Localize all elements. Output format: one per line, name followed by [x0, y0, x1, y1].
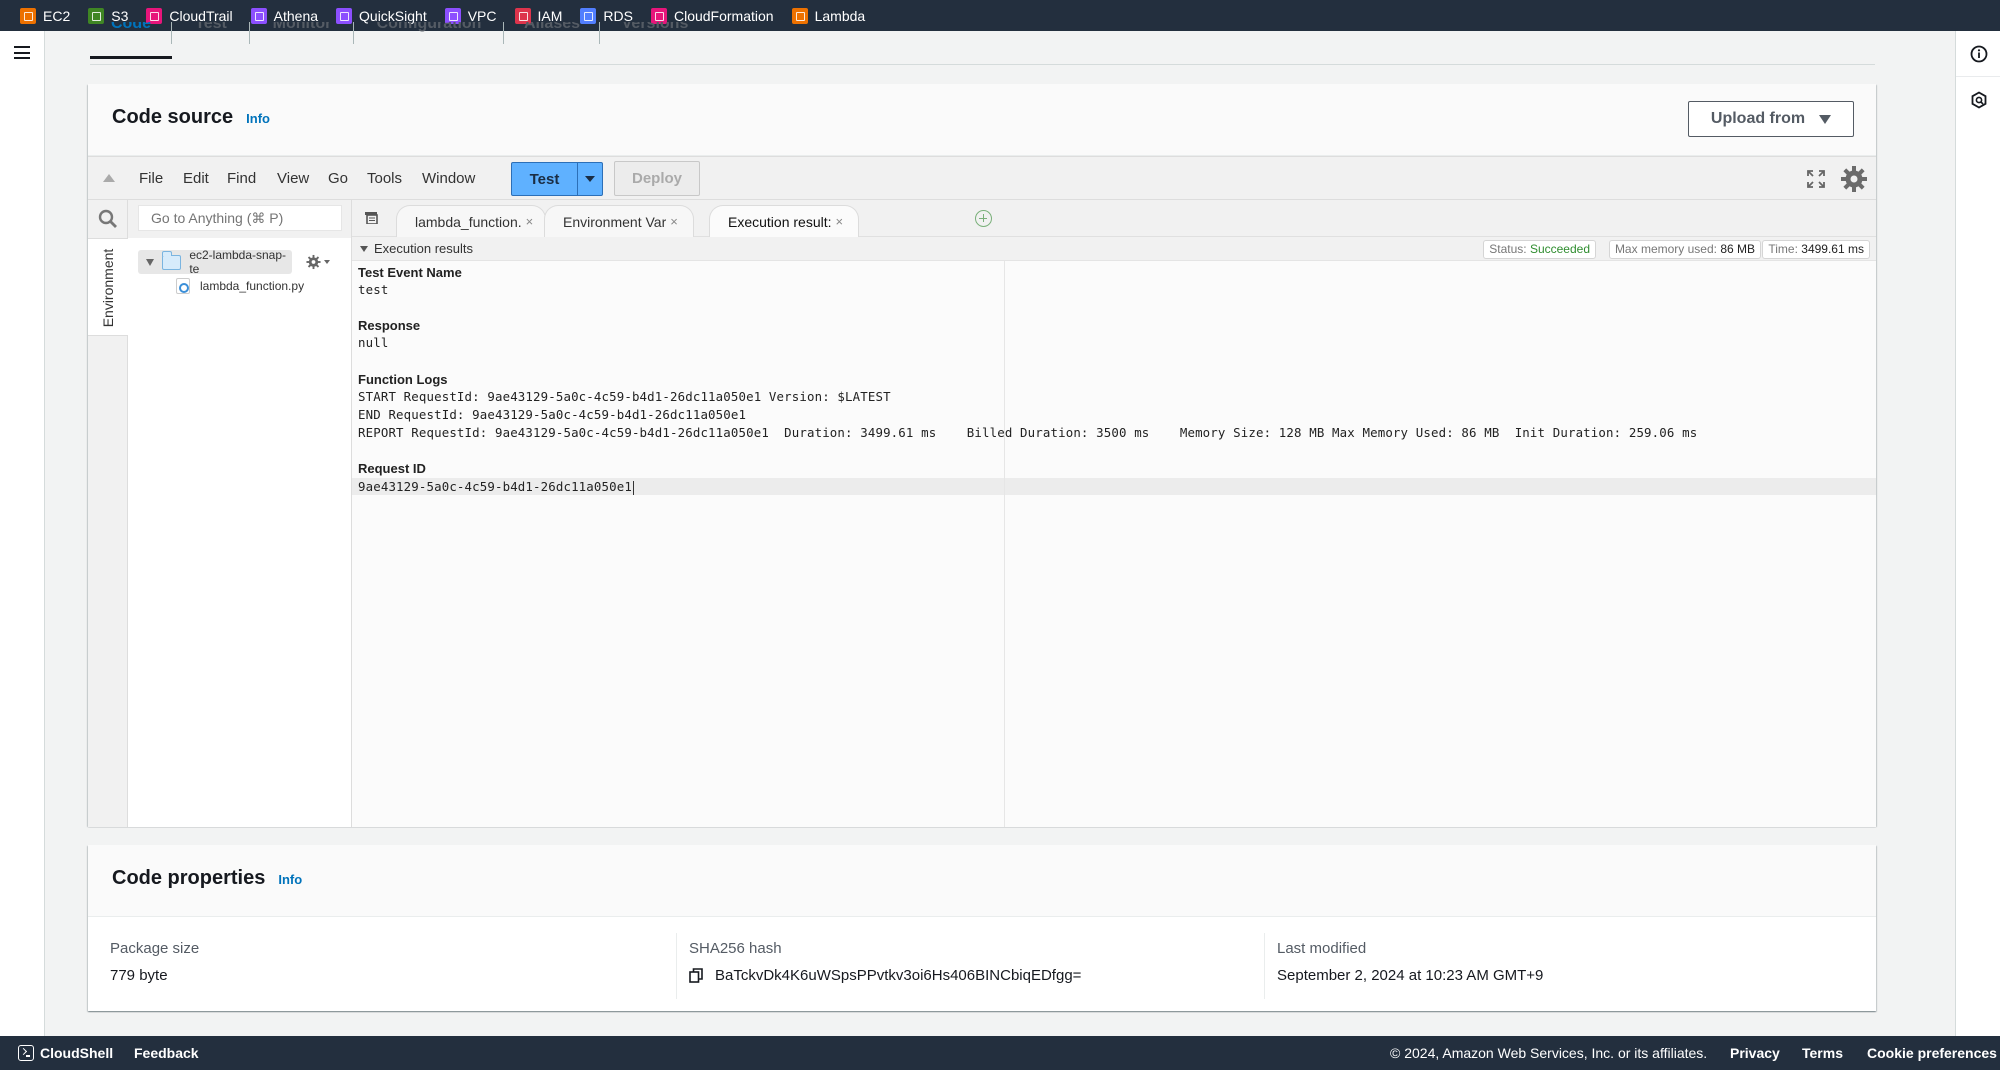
code-source-info-link[interactable]: Info [246, 111, 270, 126]
menu-find[interactable]: Find [227, 170, 256, 187]
preferences-gear-icon[interactable] [1840, 165, 1868, 193]
tab-configuration[interactable]: Configuration [354, 22, 504, 58]
log-line: END RequestId: 9ae43129-5a0c-4c59-b4d1-2… [358, 407, 747, 422]
execution-results-header: Execution results Status: Succeeded Max … [352, 237, 1876, 261]
caret-down-icon [1819, 114, 1832, 124]
code-properties-header: Code properties Info [88, 845, 1876, 917]
cloud9-ide: File Edit Find View Go Tools Window Test… [88, 156, 1876, 827]
terminal-icon [18, 1045, 34, 1061]
add-tab-icon[interactable] [975, 210, 992, 227]
deploy-button[interactable]: Deploy [614, 161, 700, 196]
service-ec2[interactable]: EC2 [20, 7, 70, 24]
log-line: START RequestId: 9ae43129-5a0c-4c59-b4d1… [358, 389, 891, 404]
code-properties-title: Code properties Info [112, 867, 303, 889]
file-tree: ec2-lambda-snap-te lambda_function.py [128, 200, 352, 827]
copyright-text: © 2024, Amazon Web Services, Inc. or its… [1390, 1045, 1708, 1061]
test-dropdown-button[interactable] [578, 163, 602, 195]
tutorials-panel-button[interactable] [1956, 77, 2000, 123]
test-button[interactable]: Test [511, 162, 603, 196]
response-value: null [358, 335, 389, 350]
right-tools-strip [1955, 31, 2000, 1036]
environment-tab[interactable]: Environment [88, 238, 128, 336]
request-id-value: 9ae43129-5a0c-4c59-b4d1-26dc11a050e1 [358, 479, 634, 495]
print-margin-line [1004, 261, 1005, 827]
time-badge: Time: 3499.61 ms [1762, 240, 1870, 259]
tree-folder[interactable]: ec2-lambda-snap-te [138, 248, 292, 276]
editor-tab-lambda-function[interactable]: lambda_function. × [396, 205, 546, 237]
tab-test[interactable]: Test [172, 22, 250, 58]
menu-edit[interactable]: Edit [183, 170, 209, 187]
folder-icon [161, 250, 182, 270]
close-tab-icon[interactable]: × [836, 214, 844, 229]
menu-go[interactable]: Go [328, 170, 348, 187]
go-to-anything-input[interactable] [138, 205, 342, 231]
hexagon-tutorial-icon [1971, 91, 1986, 109]
execution-results-toggle[interactable]: Execution results [360, 241, 473, 256]
tab-code[interactable]: Code [90, 22, 172, 59]
test-event-name-value: test [358, 282, 389, 297]
privacy-link[interactable]: Privacy [1730, 1045, 1780, 1061]
search-icon[interactable] [98, 209, 118, 229]
editor-area: lambda_function. × Environment Var × Exe… [352, 200, 1876, 827]
menu-window[interactable]: Window [422, 170, 475, 187]
code-source-title: Code source Info [112, 106, 270, 128]
test-event-name-label: Test Event Name [358, 265, 462, 280]
package-size-field: Package size 779 byte [110, 940, 200, 984]
code-properties-info-link[interactable]: Info [278, 872, 302, 887]
python-file-icon [176, 278, 190, 294]
close-tab-icon[interactable]: × [670, 214, 678, 229]
function-logs-label: Function Logs [358, 372, 448, 387]
upload-from-button[interactable]: Upload from [1688, 101, 1854, 137]
code-source-header: Code source Info Upload from [88, 84, 1876, 156]
execution-results-body[interactable]: Test Event Name test Response null Funct… [352, 261, 1876, 827]
code-source-panel: Code source Info Upload from File Edit F… [88, 84, 1876, 827]
log-line: REPORT RequestId: 9ae43129-5a0c-4c59-b4d… [358, 425, 1698, 440]
menu-tools[interactable]: Tools [367, 170, 402, 187]
function-tabs: Code Test Monitor Configuration Aliases … [90, 22, 1875, 65]
info-panel-button[interactable] [1956, 31, 2000, 77]
ide-side-strip: Environment [88, 200, 128, 827]
copy-icon[interactable] [689, 968, 703, 983]
cloudshell-button[interactable]: CloudShell [18, 1045, 113, 1061]
feedback-link[interactable]: Feedback [134, 1045, 199, 1061]
close-tab-icon[interactable]: × [526, 214, 534, 229]
tab-versions[interactable]: Versions [600, 22, 710, 58]
tree-file-lambda-function[interactable]: lambda_function.py [176, 274, 304, 298]
max-memory-badge: Max memory used: 86 MB [1608, 240, 1761, 259]
expand-triangle-icon [146, 258, 154, 266]
fullscreen-icon[interactable] [1806, 169, 1826, 189]
response-label: Response [358, 318, 421, 333]
last-modified-field: Last modified September 2, 2024 at 10:23… [1264, 933, 1876, 999]
console-footer: CloudShell Feedback © 2024, Amazon Web S… [0, 1036, 2000, 1070]
text-cursor [632, 480, 634, 495]
status-badge: Status: Succeeded [1483, 240, 1596, 259]
request-id-label: Request ID [358, 461, 426, 476]
menu-file[interactable]: File [139, 170, 163, 187]
editor-tab-bar: lambda_function. × Environment Var × Exe… [352, 200, 1876, 237]
info-icon [1970, 45, 1987, 62]
tab-list-icon[interactable] [364, 212, 378, 224]
caret-down-icon [585, 176, 595, 182]
collapse-arrow-icon[interactable] [103, 174, 115, 182]
left-nav-strip [0, 31, 45, 1036]
tab-aliases[interactable]: Aliases [504, 22, 600, 58]
code-properties-panel: Code properties Info Package size 779 by… [88, 845, 1876, 1011]
menu-view[interactable]: View [277, 170, 309, 187]
cookie-preferences-link[interactable]: Cookie preferences [1867, 1045, 1997, 1061]
menu-icon[interactable] [14, 46, 30, 59]
tree-settings-gear-icon[interactable] [306, 252, 330, 272]
tab-monitor[interactable]: Monitor [250, 22, 354, 58]
collapse-triangle-icon [360, 245, 368, 252]
sha256-hash-field: SHA256 hash BaTckvDk4K6uWSpsPPvtkv3oi6Hs… [676, 933, 1264, 999]
editor-tab-environment-variables[interactable]: Environment Var × [544, 205, 694, 237]
editor-tab-execution-results[interactable]: Execution result: × [709, 205, 859, 237]
ide-menubar: File Edit Find View Go Tools Window Test… [88, 157, 1876, 200]
ec2-icon [20, 7, 36, 24]
terms-link[interactable]: Terms [1802, 1045, 1843, 1061]
